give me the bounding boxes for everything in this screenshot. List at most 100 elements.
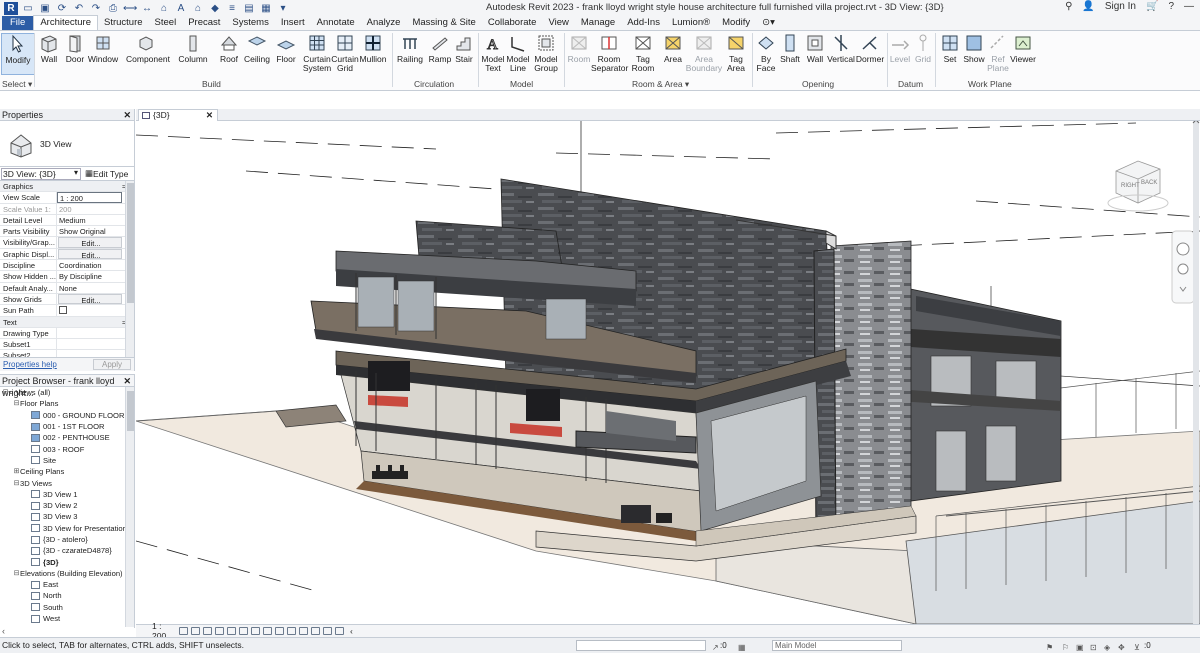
browser-node[interactable]: West <box>0 613 134 624</box>
zoom-icon[interactable] <box>1177 263 1189 275</box>
browser-node[interactable]: ⊞ Ceiling Plans <box>0 466 134 477</box>
browser-node[interactable]: 3D View 3 <box>0 511 134 522</box>
tab-steel[interactable]: Steel <box>149 16 183 30</box>
show-crop-icon[interactable] <box>251 627 260 635</box>
tab-insert[interactable]: Insert <box>275 16 311 30</box>
edit-button[interactable]: Edit... <box>58 293 122 305</box>
tab-collaborate[interactable]: Collaborate <box>482 16 543 30</box>
property-row[interactable]: Drawing Type <box>0 327 134 340</box>
customize-qat-icon[interactable]: ▾ <box>276 2 290 15</box>
browser-node[interactable]: {3D - czarateD4878} <box>0 545 134 556</box>
filter-icon[interactable]: ⊻ <box>1134 640 1143 652</box>
analytical-model-icon[interactable] <box>311 627 320 635</box>
select-underlay-icon[interactable]: ▣ <box>1076 640 1085 652</box>
property-value[interactable]: 1 : 200 <box>57 192 122 203</box>
browser-node[interactable]: {3D} <box>0 556 134 567</box>
type-selector[interactable]: 3D View <box>0 121 134 167</box>
mullion-button[interactable]: Mullion <box>356 33 390 64</box>
browser-node[interactable]: North <box>0 590 134 601</box>
crop-view-icon[interactable] <box>239 627 248 635</box>
viewcube-face-right[interactable]: RIGHT <box>1121 183 1140 189</box>
close-icon[interactable]: ✕ <box>123 375 131 387</box>
tab-analyze[interactable]: Analyze <box>361 16 407 30</box>
browser-node[interactable]: East <box>0 579 134 590</box>
cart-icon[interactable]: 🛒 <box>1146 1 1158 12</box>
browser-node[interactable]: 002 - PENTHOUSE <box>0 432 134 443</box>
tab-architecture[interactable]: Architecture <box>33 15 98 30</box>
viewcube[interactable]: RIGHT BACK <box>1107 160 1169 212</box>
undo-icon[interactable]: ↶ <box>72 2 86 15</box>
user-icon[interactable]: 👤 <box>1082 1 1094 12</box>
select-pinned-icon[interactable]: ⊡ <box>1090 640 1099 652</box>
property-row[interactable]: Scale Value 1: 200 <box>0 203 134 215</box>
lock-3d-icon[interactable] <box>263 627 272 635</box>
browser-node[interactable]: 3D View 1 <box>0 489 134 500</box>
select-by-face-icon[interactable]: ◈ <box>1104 640 1113 652</box>
collapse-icon[interactable]: ⊟ <box>13 568 20 579</box>
window-button[interactable]: Window <box>86 33 120 64</box>
browser-node[interactable]: ⊟ Floor Plans <box>0 398 134 409</box>
edit-type-button[interactable]: Edit Type <box>93 169 128 179</box>
scroll-left-icon[interactable]: ‹ <box>350 626 353 636</box>
area-boundary-button[interactable]: Area Boundary <box>685 33 723 73</box>
property-row[interactable]: Sun Path <box>0 305 134 317</box>
sun-path-icon[interactable] <box>203 627 212 635</box>
edit-button[interactable]: Edit... <box>58 237 122 248</box>
3d-model-render[interactable]: RIGHT BACK <box>136 121 1200 624</box>
tag-room-button[interactable]: Tag Room <box>626 33 660 73</box>
instance-selector[interactable]: 3D View: {3D} <box>1 167 81 180</box>
browser-node[interactable]: 000 - GROUND FLOOR <box>0 410 134 421</box>
reveal-hidden-icon[interactable] <box>287 627 296 635</box>
reveal-constraints-icon[interactable] <box>335 627 344 635</box>
property-row[interactable]: Subset1 <box>0 339 134 351</box>
tab-precast[interactable]: Precast <box>182 16 226 30</box>
property-row[interactable]: Default Analy... None <box>0 282 134 294</box>
properties-help-link[interactable]: Properties help <box>3 360 57 369</box>
workset-dropdown[interactable] <box>576 640 706 651</box>
print-icon[interactable]: ⎙ <box>106 2 120 15</box>
collapse-icon[interactable]: ⊟ <box>2 387 9 398</box>
sign-in-link[interactable]: Sign In <box>1105 1 1136 12</box>
tab-manage[interactable]: Manage <box>575 16 621 30</box>
tab-systems[interactable]: Systems <box>226 16 274 30</box>
sync-icon[interactable]: ⟳ <box>55 2 69 15</box>
text-icon[interactable]: A <box>174 2 188 15</box>
browser-node[interactable]: ⊟ ⌕ Views (all) <box>0 387 134 398</box>
help-icon[interactable]: ? <box>1168 1 1174 12</box>
thin-lines-icon[interactable]: ≡ <box>225 2 239 15</box>
section-icon[interactable]: ◆ <box>208 2 222 15</box>
measure-icon[interactable]: ⟷ <box>123 2 137 15</box>
properties-scrollbar[interactable] <box>125 181 134 357</box>
tab-massing-site[interactable]: Massing & Site <box>406 16 481 30</box>
select-links-icon[interactable]: ⚐ <box>1062 640 1071 652</box>
collapse-icon[interactable]: ⊟ <box>13 398 20 409</box>
scroll-left-icon[interactable]: ‹ <box>2 626 5 636</box>
dimension-icon[interactable]: ↔ <box>140 2 154 15</box>
browser-node[interactable]: {3D - atolero} <box>0 534 134 545</box>
panel-select[interactable]: Select ▾ <box>2 79 32 90</box>
redo-icon[interactable]: ↷ <box>89 2 103 15</box>
property-group[interactable]: Graphics ≈ <box>0 181 134 193</box>
panel-room-area[interactable]: Room & Area ▾ <box>632 79 689 90</box>
save-icon[interactable]: ▣ <box>38 2 52 15</box>
browser-node[interactable]: ⊟ 3D Views <box>0 477 134 488</box>
browser-scrollbar[interactable] <box>125 387 134 627</box>
collapse-icon[interactable]: ⊟ <box>13 478 20 489</box>
browser-node[interactable]: South <box>0 602 134 613</box>
highlight-displacement-icon[interactable] <box>323 627 332 635</box>
close-icon[interactable]: ✕ <box>123 109 131 121</box>
property-group[interactable]: Text ≈ <box>0 316 134 328</box>
revit-logo-icon[interactable]: R <box>4 1 18 15</box>
temp-hide-icon[interactable] <box>275 627 284 635</box>
browser-node[interactable]: 003 - ROOF <box>0 443 134 454</box>
minimize-icon[interactable]: — <box>1184 1 1194 12</box>
dormer-button[interactable]: Dormer <box>853 33 887 64</box>
room-separator-button[interactable]: Room Separator <box>591 33 628 73</box>
drawing-canvas[interactable]: RIGHT BACK <box>136 121 1200 624</box>
shadows-icon[interactable] <box>215 627 224 635</box>
tab-annotate[interactable]: Annotate <box>311 16 361 30</box>
sun-path-checkbox[interactable] <box>57 305 134 315</box>
close-icon[interactable]: ✕ <box>206 110 213 121</box>
drag-elements-icon[interactable]: ✥ <box>1118 640 1127 652</box>
browser-node[interactable]: Site <box>0 455 134 466</box>
